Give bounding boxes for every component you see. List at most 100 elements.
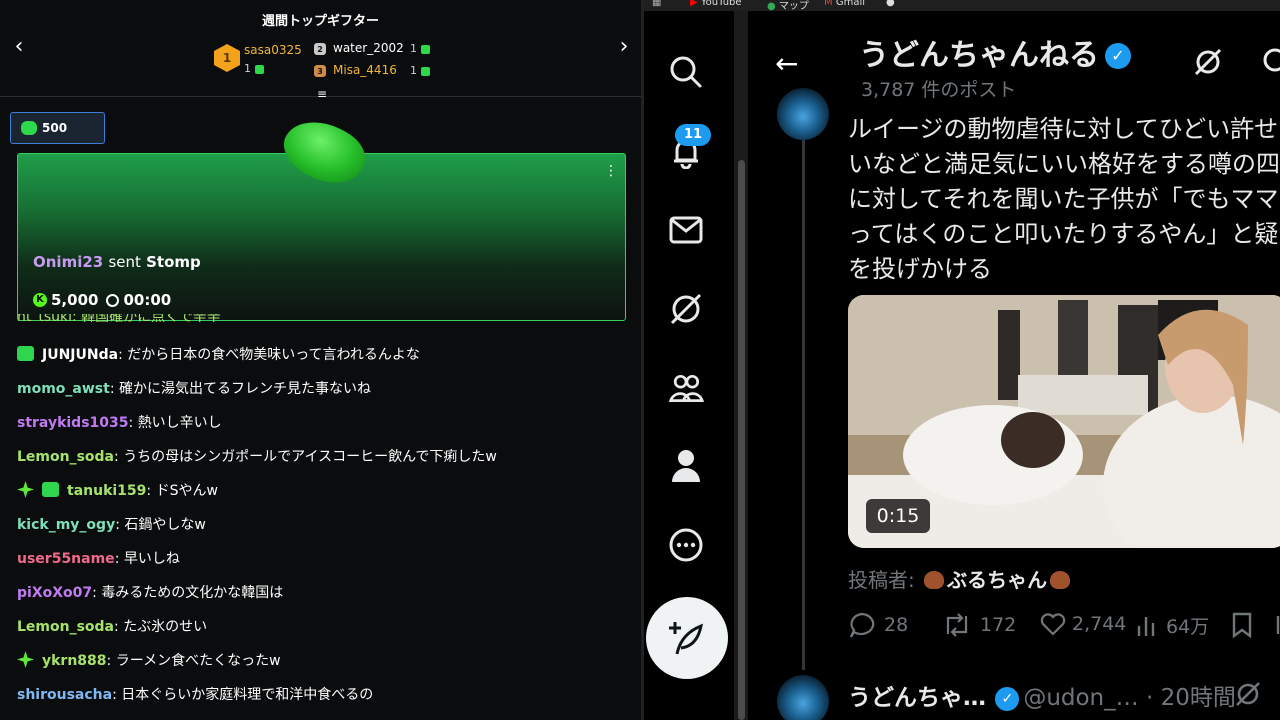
verified-badge-icon: ✓ (1105, 43, 1131, 69)
communities-icon[interactable] (668, 370, 704, 406)
bookmark-gmail[interactable]: M Gmail (824, 0, 865, 8)
sparkle-badge-icon (17, 651, 34, 668)
grok-icon[interactable] (668, 291, 704, 327)
next-post-time: · 20時間 (1145, 685, 1236, 711)
gift-amount: 5,000 (51, 291, 99, 309)
sparkle-badge-icon (17, 481, 34, 498)
gift-icon (421, 44, 430, 54)
post-count: 3,787 件のポスト (861, 79, 1017, 101)
repost-button[interactable]: 172 (942, 612, 1016, 638)
chat-pane: 週間トップギフター ‹ › 1 sasa0325 1 2 water_2002 … (0, 0, 641, 720)
share-button[interactable] (1270, 612, 1280, 638)
chat-text: ラーメン食べたくなったw (115, 653, 281, 669)
gifter-3-name[interactable]: Misa_4416 (333, 63, 397, 77)
profile-icon[interactable] (668, 448, 704, 484)
thread-line (802, 140, 805, 670)
bookmark-button[interactable] (1230, 612, 1254, 638)
more-icon[interactable] (668, 527, 704, 563)
chat-username[interactable]: ykrn888 (42, 653, 107, 669)
repost-count: 172 (980, 614, 1017, 636)
prev-arrow-icon[interactable]: ‹ (7, 34, 31, 59)
next-post-author[interactable]: うどんちゃ… (848, 685, 986, 711)
chat-username[interactable]: JUNJUNda (42, 347, 118, 363)
chat-text: うちの母はシンガポールでアイスコーヒー飲んで下痢したw (123, 449, 497, 465)
chat-username[interactable]: piXoXo07 (17, 585, 92, 601)
views-button[interactable]: 64万 (1136, 612, 1209, 639)
gift-alert-text: Onimi23 sent Stomp (33, 253, 201, 271)
chat-message: piXoXo07: 毒みるための文化かな韓国は (17, 585, 284, 601)
gifter-2-name[interactable]: water_2002 (333, 41, 404, 55)
like-count: 2,744 (1072, 613, 1127, 635)
search-icon[interactable] (668, 54, 704, 90)
chat-username[interactable]: shirousacha (17, 687, 112, 703)
chat-username[interactable]: tanuki159 (67, 483, 146, 499)
chat-username[interactable]: Lemon_soda (17, 449, 114, 465)
grok-icon[interactable] (1234, 680, 1262, 712)
more-options-icon[interactable]: ⋮ (604, 163, 618, 179)
bookmark-youtube[interactable]: ▶ YouTube (690, 0, 742, 8)
chat-text: 石鍋やしなw (124, 517, 206, 533)
reply-button[interactable]: 28 (848, 612, 908, 638)
post-line: ってはくのこと叩いたりするやん」と疑問 (848, 220, 1280, 248)
chat-message: ykrn888: ラーメン食べたくなったw (17, 650, 281, 670)
gifter-1-name[interactable]: sasa0325 (244, 43, 302, 57)
gift-amount-row: K 5,000 00:00 (33, 291, 171, 309)
maps-icon: ● (767, 1, 776, 11)
chat-message: Lemon_soda: たぶ氷のせい (17, 619, 208, 635)
chat-message: kick_my_ogy: 石鍋やしなw (17, 517, 206, 533)
back-arrow-icon[interactable]: ← (775, 47, 798, 80)
search-icon[interactable] (1261, 47, 1280, 81)
view-count: 64万 (1166, 616, 1210, 638)
clock-icon (106, 293, 120, 307)
pinned-gift-chip[interactable]: 500 (10, 112, 105, 144)
poop-emoji-icon (924, 571, 945, 589)
post-line: いなどと満足気にいい格好をする噂の四季 (848, 150, 1280, 178)
like-button[interactable]: 2,744 (1040, 612, 1126, 636)
video-duration: 0:15 (866, 499, 930, 533)
author-avatar[interactable] (777, 675, 829, 720)
gift-verb: sent (108, 253, 141, 271)
poster-name: ぶるちゃん (947, 568, 1048, 592)
bookmark-icon (1232, 612, 1252, 638)
chat-message: shirousacha: 日本ぐらいか家庭料理で和洋中食べるの (17, 687, 374, 703)
bookmark-maps[interactable]: ● マップ (767, 0, 809, 11)
apps-grid-icon[interactable]: ▦ (652, 0, 661, 8)
poster-label: 投稿者: (848, 568, 915, 592)
author-avatar[interactable] (777, 88, 829, 140)
chat-username[interactable]: user55name (17, 551, 115, 567)
compose-post-button[interactable] (646, 597, 728, 679)
bookmark-label: YouTube (700, 0, 742, 8)
gifter-badge-icon (42, 482, 59, 497)
gifter-3-count: 1 (410, 64, 430, 77)
scrollbar-thumb[interactable] (738, 160, 745, 720)
reply-count: 28 (884, 614, 909, 636)
post-line: ルイージの動物虐待に対してひどい許せな (848, 115, 1280, 143)
screen: 週間トップギフター ‹ › 1 sasa0325 1 2 water_2002 … (0, 0, 1280, 720)
gifter-1-count: 1 (244, 62, 264, 75)
bookmark-extra-icon[interactable]: ● (886, 0, 895, 8)
chat-text: 毒みるための文化かな韓国は (101, 585, 284, 601)
chat-text: 早いしね (123, 551, 180, 567)
collapse-icon[interactable]: ≡ (315, 88, 329, 100)
chat-username[interactable]: straykids1035 (17, 415, 129, 431)
notifications-count-badge: 11 (675, 124, 711, 146)
messages-icon[interactable] (668, 212, 704, 248)
chat-text: たぶ氷のせい (123, 619, 208, 635)
gift-timer: 00:00 (123, 291, 172, 309)
gift-sender[interactable]: Onimi23 (33, 253, 103, 271)
next-arrow-icon[interactable]: › (612, 34, 636, 59)
poster-credit: 投稿者: ぶるちゃん (848, 564, 1073, 593)
chat-message: JUNJUNda: だから日本の食べ物美味いって言われるんよな (17, 344, 420, 364)
chat-username[interactable]: kick_my_ogy (17, 517, 115, 533)
next-post-handle: @udon_… (1023, 685, 1139, 711)
chat-text: 熱いし辛いし (137, 415, 222, 431)
rank-2-badge-icon: 2 (314, 43, 326, 55)
chat-username[interactable]: momo_awst (17, 381, 110, 397)
reply-icon (849, 612, 875, 638)
grok-icon[interactable] (1193, 47, 1223, 81)
chat-message: tanuki159: ドSやんw (17, 480, 218, 500)
chat-username[interactable]: Lemon_soda (17, 619, 114, 635)
gift-name: Stomp (146, 253, 201, 271)
gift-icon (21, 121, 37, 135)
feather-plus-icon (669, 622, 704, 655)
